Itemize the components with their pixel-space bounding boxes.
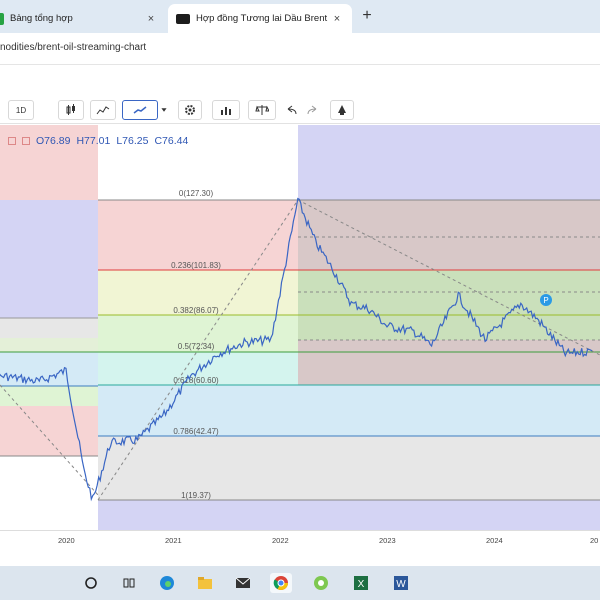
excel-icon[interactable]: X <box>350 573 372 593</box>
tab-label: Bảng tổng hợp <box>10 13 73 24</box>
ohlc-low-value: 76.25 <box>122 135 149 147</box>
ohlc-square-icon[interactable] <box>8 137 16 145</box>
line-icon <box>133 106 147 114</box>
price-chart[interactable]: 0(127.30) 0.236(101.83) 0.382(86.07) 0.5… <box>0 125 600 530</box>
svg-text:P: P <box>543 296 548 305</box>
xaxis-label-2022: 2022 <box>272 536 289 545</box>
tab-brent-futures[interactable]: Hợp đồng Tương lai Dầu Brent × <box>168 4 352 33</box>
fib-zone-top-right <box>298 125 600 200</box>
xaxis-label-2023: 2023 <box>379 536 396 545</box>
ohlc-high-value: 77.01 <box>84 135 111 147</box>
time-axis[interactable]: 2020 2021 2022 2023 2024 20 <box>0 530 600 548</box>
url-text[interactable]: nodities/brent-oil-streaming-chart <box>0 42 146 53</box>
svg-text:X: X <box>358 579 365 590</box>
os-taskbar: X W <box>0 566 600 600</box>
tab-close-icon[interactable]: × <box>330 13 344 25</box>
chart-type-dropdown[interactable] <box>158 100 170 120</box>
ohlc-open: O76.89 <box>36 135 70 147</box>
fib-label-618: 0.618(60.60) <box>173 376 219 385</box>
indicators-button[interactable] <box>212 100 240 120</box>
new-tab-button[interactable]: + <box>358 7 376 25</box>
fib-label-1: 1(19.37) <box>181 491 211 500</box>
chart-toolbar: 1D <box>0 96 600 124</box>
address-bar[interactable]: nodities/brent-oil-streaming-chart <box>0 33 600 65</box>
fib-zone-0-236 <box>98 200 298 270</box>
tab-bang-tong-hop[interactable]: Bảng tổng hợp × <box>0 4 166 33</box>
word-icon[interactable]: W <box>390 573 412 593</box>
fib-zone-786-1 <box>98 436 600 500</box>
bars-button[interactable] <box>90 100 116 120</box>
ohlc-open-key: O <box>36 135 45 147</box>
edge-icon[interactable] <box>156 573 178 593</box>
browser-tabbar: Bảng tổng hợp × Hợp đồng Tương lai Dầu B… <box>0 0 600 33</box>
indicator-icon <box>221 107 231 115</box>
dropdown-icon <box>161 108 167 112</box>
fib-label-382: 0.382(86.07) <box>173 306 219 315</box>
ohlc-close-value: 76.44 <box>162 135 189 147</box>
fib-zone-blue-left <box>0 200 98 318</box>
fib-label-0: 0(127.30) <box>179 189 214 198</box>
xaxis-label-20: 20 <box>590 536 599 545</box>
redo-button[interactable] <box>304 100 320 120</box>
settings-button[interactable] <box>178 100 202 120</box>
chart-canvas[interactable]: 0(127.30) 0.236(101.83) 0.382(86.07) 0.5… <box>0 125 600 530</box>
candles-icon <box>66 104 75 115</box>
tab-close-icon[interactable]: × <box>144 13 158 25</box>
fib-zone-lightgreen-left <box>0 386 98 406</box>
ohlc-close-key: C <box>154 135 163 147</box>
interval-label: 1D <box>15 105 27 115</box>
fib-zone-green-left <box>0 338 98 352</box>
ohlc-close: C76.44 <box>154 135 188 147</box>
coccoc-icon[interactable] <box>310 573 332 593</box>
fib-label-5: 0.5(72.34) <box>178 342 215 351</box>
chrome-icon[interactable] <box>270 573 292 593</box>
ohlc-high-key: H <box>76 135 85 147</box>
tab-favicon-icon <box>176 13 190 24</box>
start-circle-icon[interactable] <box>80 573 102 593</box>
ohlc-high: H77.01 <box>76 135 110 147</box>
trend-box-green <box>298 270 600 340</box>
line-chart-button[interactable] <box>122 100 158 120</box>
xaxis-label-2021: 2021 <box>165 536 182 545</box>
candles-button[interactable] <box>58 100 84 120</box>
xaxis-label-2024: 2024 <box>486 536 503 545</box>
ohlc-low: L76.25 <box>116 135 148 147</box>
ohlc-readout: O76.89 H77.01 L76.25 C76.44 <box>8 135 188 147</box>
svg-text:W: W <box>396 579 406 590</box>
fib-zone-bottom <box>98 500 600 530</box>
fib-label-786: 0.786(42.47) <box>173 427 219 436</box>
bars-icon <box>96 106 110 115</box>
drawing-tools-button[interactable] <box>330 100 354 120</box>
gear-icon <box>185 105 195 115</box>
interval-button[interactable]: 1D <box>8 100 34 120</box>
compare-button[interactable] <box>248 100 276 120</box>
xaxis-label-2020: 2020 <box>58 536 75 545</box>
tab-label: Hợp đồng Tương lai Dầu Brent <box>196 13 328 24</box>
folder-icon[interactable] <box>194 573 216 593</box>
fib-label-236: 0.236(101.83) <box>171 261 221 270</box>
fib-zone-red-left <box>0 406 98 456</box>
news-marker-icon[interactable]: P <box>540 294 552 306</box>
compare-icon <box>255 105 269 115</box>
redo-icon <box>307 105 317 115</box>
task-view-icon[interactable] <box>118 573 140 593</box>
undo-button[interactable] <box>284 100 300 120</box>
drawing-icon <box>338 105 346 115</box>
ohlc-open-value: 76.89 <box>44 135 71 147</box>
undo-icon <box>287 105 297 115</box>
mail-icon[interactable] <box>232 573 254 593</box>
fib-zone-grey-left <box>0 318 98 338</box>
ohlc-square-icon[interactable] <box>22 137 30 145</box>
